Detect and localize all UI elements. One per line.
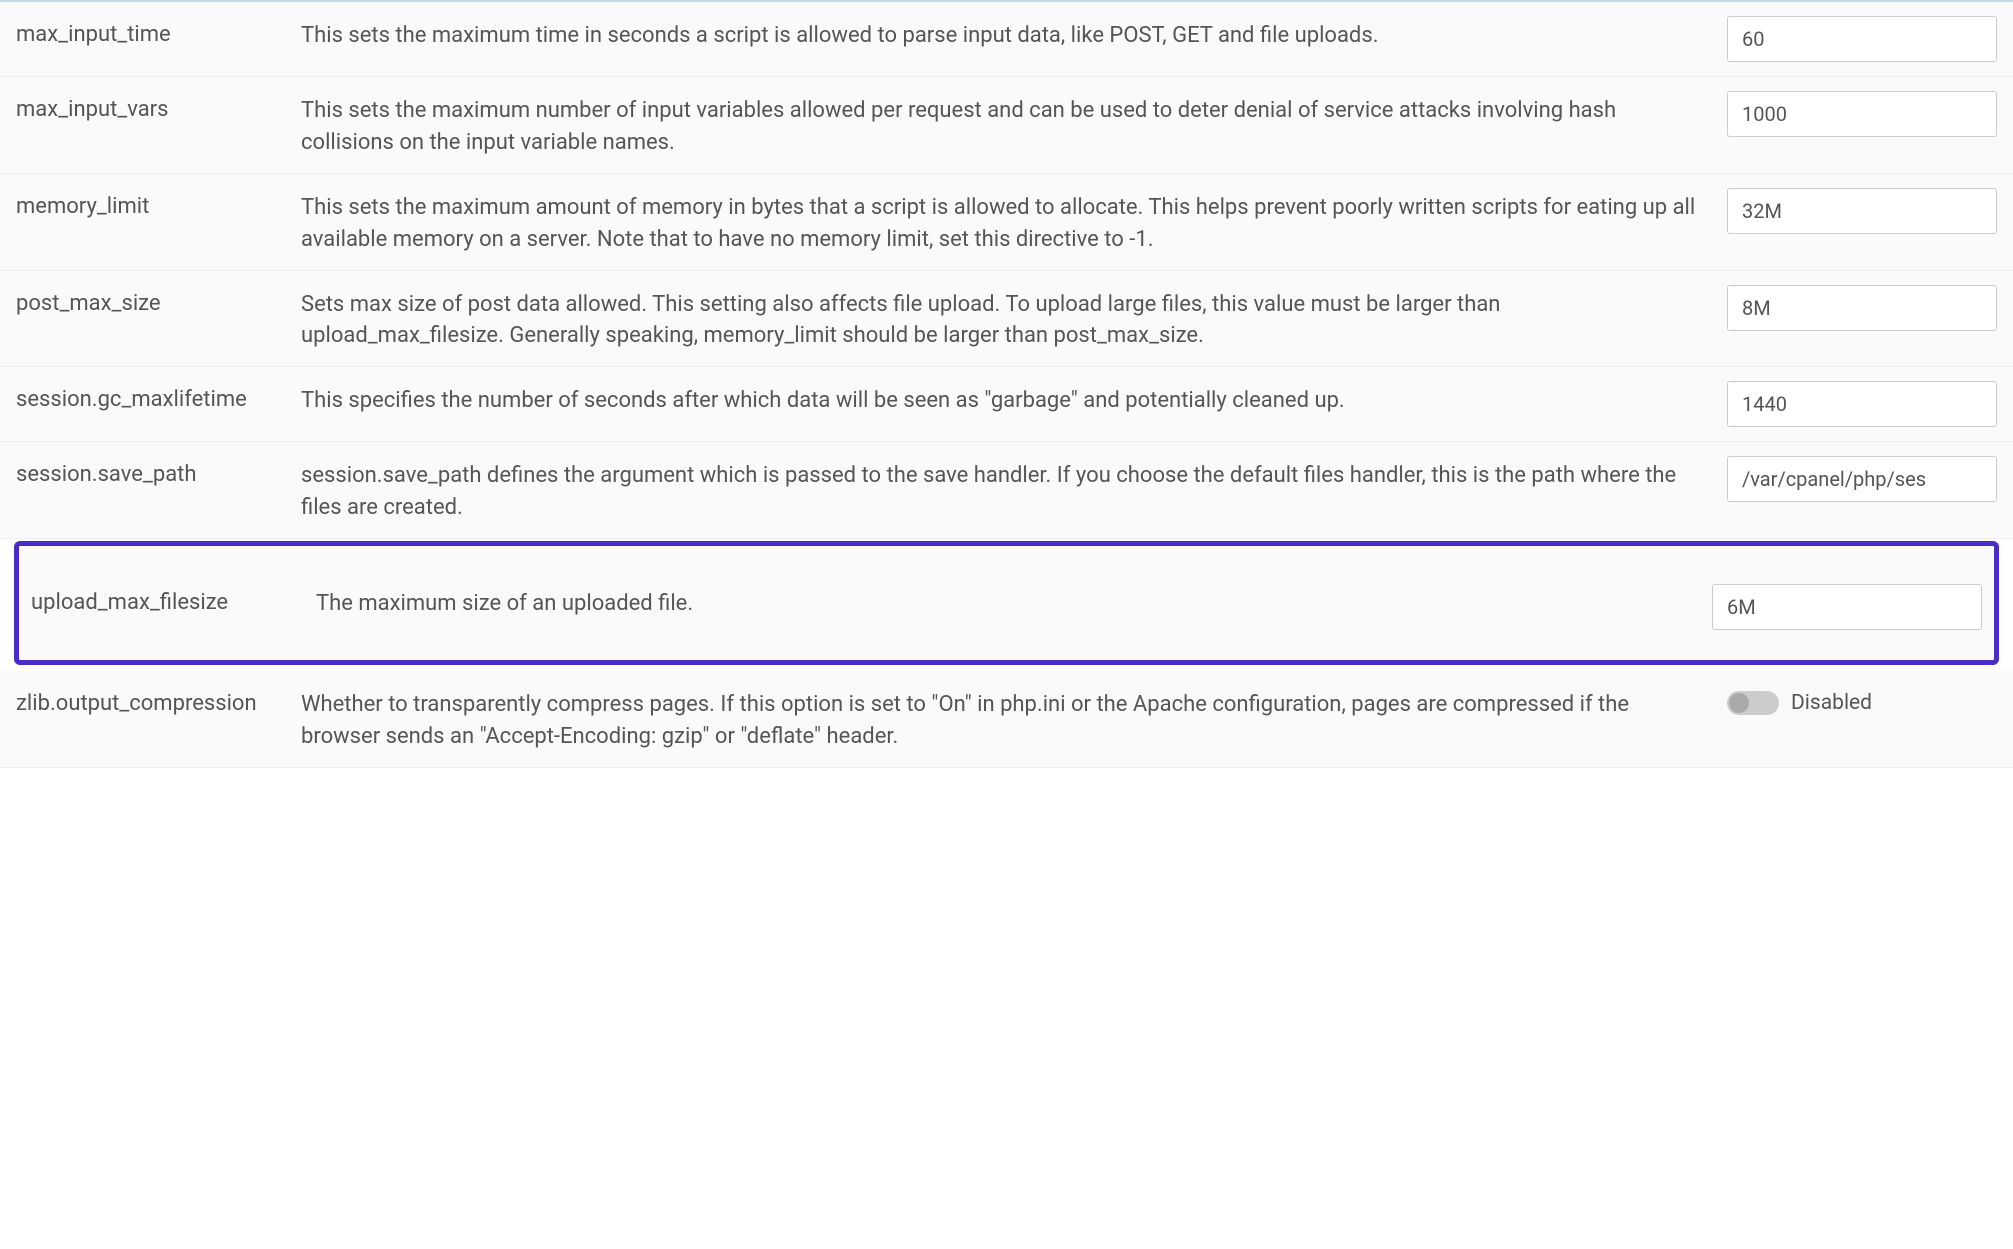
setting-description: This specifies the number of seconds aft… bbox=[301, 381, 1727, 417]
setting-name: memory_limit bbox=[16, 188, 301, 219]
setting-row-session-gc-maxlifetime: session.gc_maxlifetimeThis specifies the… bbox=[0, 367, 2013, 442]
setting-input-session-save-path[interactable] bbox=[1727, 456, 1997, 502]
setting-name: session.gc_maxlifetime bbox=[16, 381, 301, 412]
toggle-zlib-output-compression[interactable] bbox=[1727, 691, 1779, 715]
setting-name: upload_max_filesize bbox=[31, 584, 316, 615]
setting-value-cell: Disabled bbox=[1727, 685, 1997, 715]
setting-input-post-max-size[interactable] bbox=[1727, 285, 1997, 331]
setting-value-cell bbox=[1727, 188, 1997, 234]
setting-row-post-max-size: post_max_sizeSets max size of post data … bbox=[0, 271, 2013, 368]
setting-input-upload-max-filesize[interactable] bbox=[1712, 584, 1982, 630]
setting-value-cell bbox=[1727, 285, 1997, 331]
setting-value-cell bbox=[1727, 381, 1997, 427]
setting-description: Sets max size of post data allowed. This… bbox=[301, 285, 1727, 353]
setting-row-zlib-output-compression: zlib.output_compressionWhether to transp… bbox=[0, 671, 2013, 768]
setting-description: session.save_path defines the argument w… bbox=[301, 456, 1727, 524]
setting-input-max-input-time[interactable] bbox=[1727, 16, 1997, 62]
setting-row-session-save-path: session.save_pathsession.save_path defin… bbox=[0, 442, 2013, 539]
setting-row-upload-max-filesize: upload_max_filesizeThe maximum size of a… bbox=[14, 541, 1999, 665]
setting-description: Whether to transparently compress pages.… bbox=[301, 685, 1727, 753]
setting-value-cell bbox=[1727, 91, 1997, 137]
setting-description: The maximum size of an uploaded file. bbox=[316, 584, 1712, 620]
setting-value-cell bbox=[1727, 456, 1997, 502]
setting-input-memory-limit[interactable] bbox=[1727, 188, 1997, 234]
settings-table: max_input_timeThis sets the maximum time… bbox=[0, 0, 2013, 768]
setting-name: post_max_size bbox=[16, 285, 301, 316]
setting-description: This sets the maximum amount of memory i… bbox=[301, 188, 1727, 256]
setting-input-session-gc-maxlifetime[interactable] bbox=[1727, 381, 1997, 427]
setting-row-max-input-time: max_input_timeThis sets the maximum time… bbox=[0, 2, 2013, 77]
setting-name: zlib.output_compression bbox=[16, 685, 301, 716]
setting-name: session.save_path bbox=[16, 456, 301, 487]
setting-name: max_input_time bbox=[16, 16, 301, 47]
setting-description: This sets the maximum time in seconds a … bbox=[301, 16, 1727, 52]
setting-input-max-input-vars[interactable] bbox=[1727, 91, 1997, 137]
setting-row-max-input-vars: max_input_varsThis sets the maximum numb… bbox=[0, 77, 2013, 174]
setting-description: This sets the maximum number of input va… bbox=[301, 91, 1727, 159]
setting-value-cell bbox=[1712, 584, 1982, 630]
setting-row-memory-limit: memory_limitThis sets the maximum amount… bbox=[0, 174, 2013, 271]
setting-value-cell bbox=[1727, 16, 1997, 62]
toggle-wrap: Disabled bbox=[1727, 685, 1997, 715]
setting-name: max_input_vars bbox=[16, 91, 301, 122]
toggle-label: Disabled bbox=[1791, 691, 1872, 715]
